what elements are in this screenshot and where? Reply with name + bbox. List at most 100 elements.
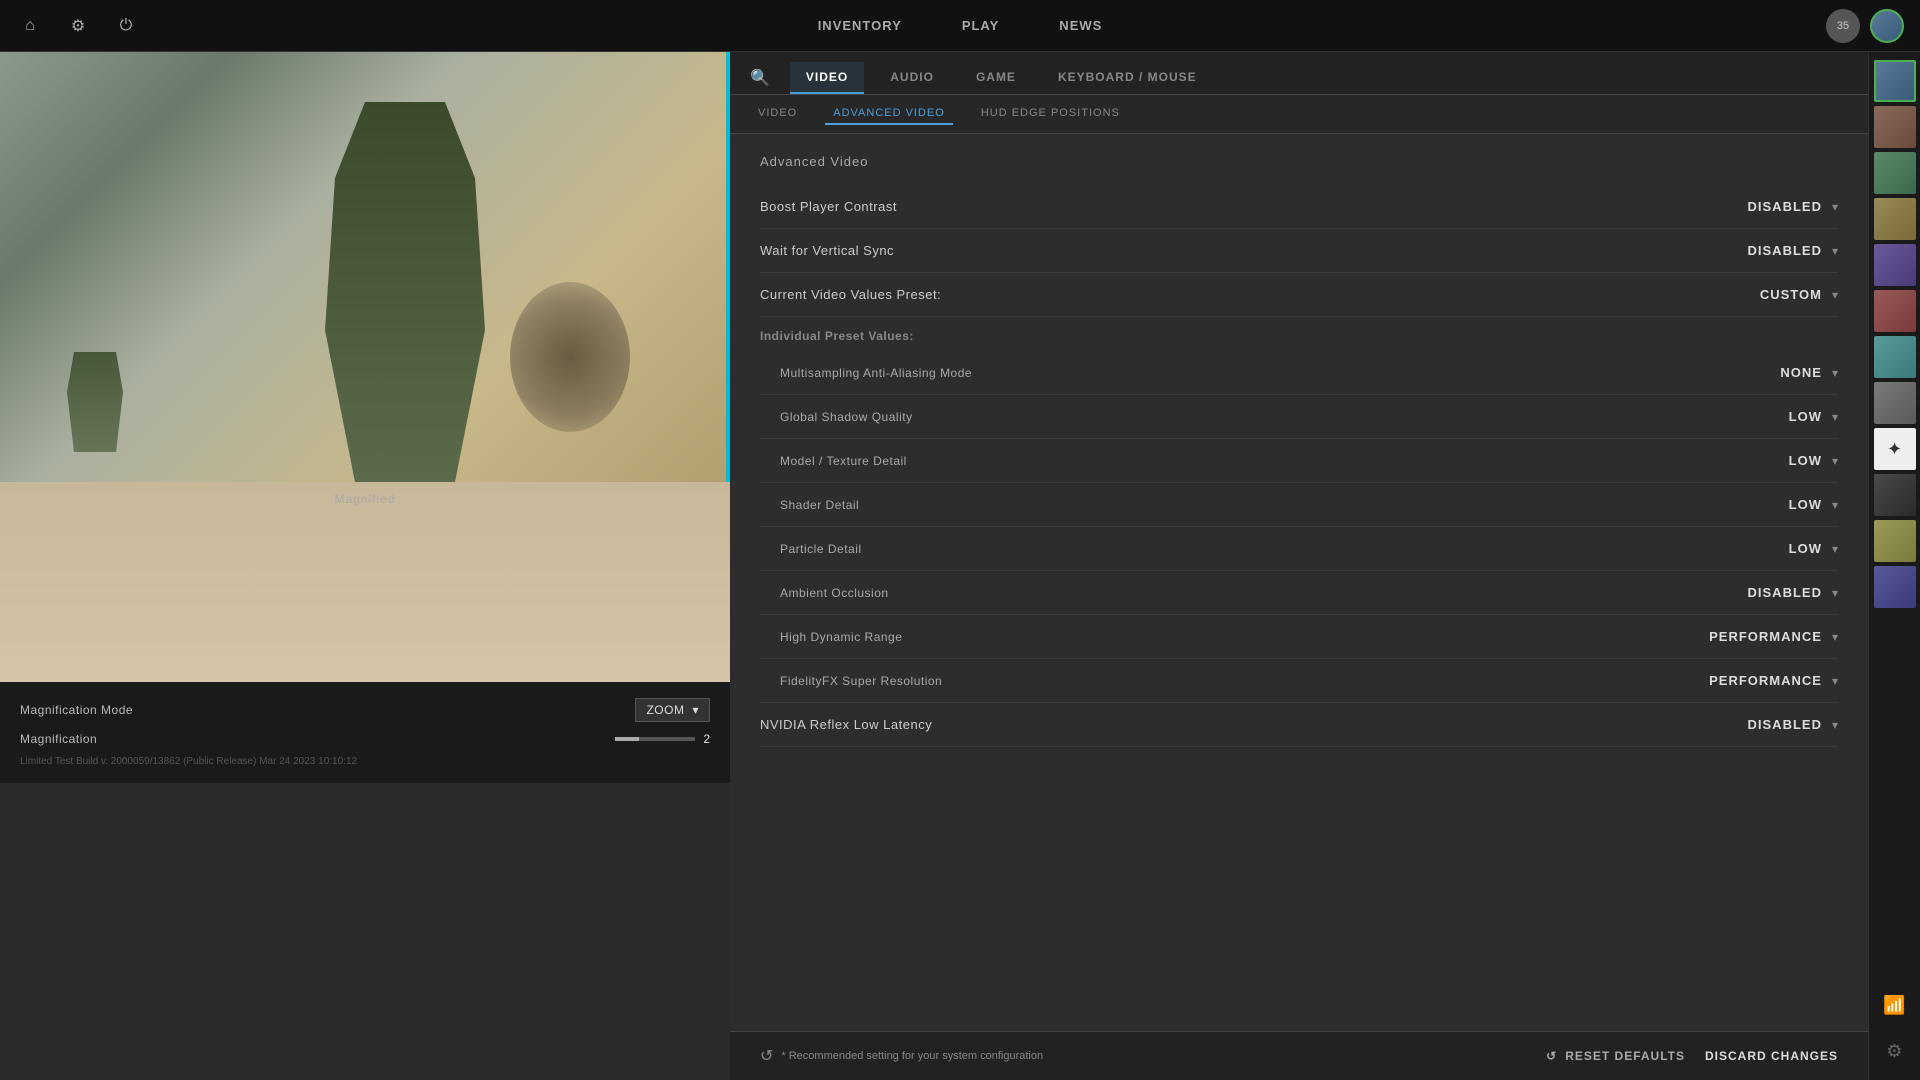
recommend-text-label: * Recommended setting for your system co… bbox=[781, 1050, 1043, 1062]
sub-tab-video[interactable]: VIDEO bbox=[750, 103, 805, 125]
setting-row-shadow: Global Shadow Quality LOW ▾ bbox=[760, 395, 1838, 439]
setting-value-shadow[interactable]: LOW ▾ bbox=[1789, 409, 1838, 424]
magnification-slider[interactable] bbox=[615, 737, 695, 741]
sub-tab-advanced-video[interactable]: ADVANCED VIDEO bbox=[825, 103, 953, 125]
setting-value-boost-contrast[interactable]: DISABLED ▾ bbox=[1748, 199, 1838, 214]
setting-value-text-boost-contrast: DISABLED bbox=[1748, 199, 1822, 214]
magnification-row: Magnification 2 bbox=[20, 732, 710, 746]
power-icon[interactable]: ⏻ bbox=[112, 12, 140, 40]
chevron-preset: ▾ bbox=[1832, 288, 1838, 302]
setting-row-hdr: High Dynamic Range PERFORMANCE ▾ bbox=[760, 615, 1838, 659]
sidebar-settings-icon[interactable]: ⚙ bbox=[1874, 1030, 1916, 1072]
setting-name-texture: Model / Texture Detail bbox=[780, 454, 907, 468]
smoke-effect bbox=[510, 282, 630, 432]
setting-row-shader: Shader Detail LOW ▾ bbox=[760, 483, 1838, 527]
discard-changes-button[interactable]: DISCARD CHANGES bbox=[1705, 1049, 1838, 1063]
sidebar-avatar-7[interactable] bbox=[1874, 336, 1916, 378]
nav-inventory[interactable]: INVENTORY bbox=[818, 18, 902, 33]
settings-icon[interactable]: ⚙ bbox=[64, 12, 92, 40]
main-tab-bar: 🔍 VIDEO AUDIO GAME KEYBOARD / MOUSE bbox=[730, 52, 1868, 95]
setting-row-msaa: Multisampling Anti-Aliasing Mode NONE ▾ bbox=[760, 351, 1838, 395]
nav-news[interactable]: NEWS bbox=[1059, 18, 1102, 33]
settings-content: Advanced Video Boost Player Contrast DIS… bbox=[730, 134, 1868, 1031]
setting-value-shader[interactable]: LOW ▾ bbox=[1789, 497, 1838, 512]
tab-keyboard-mouse[interactable]: KEYBOARD / MOUSE bbox=[1042, 62, 1213, 94]
individual-preset-label: Individual Preset Values: bbox=[760, 329, 914, 343]
user-level: 35 bbox=[1826, 9, 1860, 43]
setting-name-shader: Shader Detail bbox=[780, 498, 859, 512]
sidebar-avatar-12[interactable] bbox=[1874, 566, 1916, 608]
magnification-label: Magnification bbox=[20, 732, 97, 746]
user-avatar[interactable] bbox=[1870, 9, 1904, 43]
magnified-label: Magnified bbox=[334, 492, 395, 506]
top-bar-nav: INVENTORY PLAY NEWS bbox=[818, 18, 1103, 33]
bottom-controls: Magnification Mode ZOOM ▾ Magnification … bbox=[0, 682, 730, 783]
bottom-bar: ↺ * Recommended setting for your system … bbox=[730, 1031, 1868, 1080]
setting-value-preset[interactable]: CUSTOM ▾ bbox=[1760, 287, 1838, 302]
setting-value-ao[interactable]: DISABLED ▾ bbox=[1748, 585, 1838, 600]
setting-name-shadow: Global Shadow Quality bbox=[780, 410, 913, 424]
chevron-particle: ▾ bbox=[1832, 542, 1838, 556]
sidebar-wifi-icon[interactable]: 📶 bbox=[1874, 984, 1916, 1026]
setting-row-texture: Model / Texture Detail LOW ▾ bbox=[760, 439, 1838, 483]
setting-row-vsync: Wait for Vertical Sync DISABLED ▾ bbox=[760, 229, 1838, 273]
sidebar-avatar-10[interactable] bbox=[1874, 474, 1916, 516]
sidebar-avatar-9[interactable]: ✦ bbox=[1874, 428, 1916, 470]
top-bar-left: ⌂ ⚙ ⏻ bbox=[16, 12, 140, 40]
setting-value-texture[interactable]: LOW ▾ bbox=[1789, 453, 1838, 468]
chevron-vsync: ▾ bbox=[1832, 244, 1838, 258]
setting-value-hdr[interactable]: PERFORMANCE ▾ bbox=[1709, 629, 1838, 644]
sub-tab-bar: VIDEO ADVANCED VIDEO HUD EDGE POSITIONS bbox=[730, 95, 1868, 134]
setting-name-vsync: Wait for Vertical Sync bbox=[760, 243, 894, 258]
sidebar-avatar-1[interactable] bbox=[1874, 60, 1916, 102]
setting-value-text-shadow: LOW bbox=[1789, 409, 1822, 424]
setting-name-hdr: High Dynamic Range bbox=[780, 630, 902, 644]
setting-name-nvidia-reflex: NVIDIA Reflex Low Latency bbox=[760, 717, 932, 732]
setting-value-fsr[interactable]: PERFORMANCE ▾ bbox=[1709, 673, 1838, 688]
setting-value-nvidia-reflex[interactable]: DISABLED ▾ bbox=[1748, 717, 1838, 732]
sidebar-avatar-4[interactable] bbox=[1874, 198, 1916, 240]
chevron-shadow: ▾ bbox=[1832, 410, 1838, 424]
chevron-shader: ▾ bbox=[1832, 498, 1838, 512]
reset-defaults-button[interactable]: ↺ RESET DEFAULTS bbox=[1546, 1049, 1685, 1063]
setting-name-fsr: FidelityFX Super Resolution bbox=[780, 674, 942, 688]
magnification-mode-row: Magnification Mode ZOOM ▾ bbox=[20, 698, 710, 722]
setting-value-particle[interactable]: LOW ▾ bbox=[1789, 541, 1838, 556]
top-bar-right: 35 bbox=[1826, 9, 1904, 43]
tab-game[interactable]: GAME bbox=[960, 62, 1032, 94]
chevron-ao: ▾ bbox=[1832, 586, 1838, 600]
setting-value-text-texture: LOW bbox=[1789, 453, 1822, 468]
magnification-slider-fill bbox=[615, 737, 639, 741]
setting-row-preset: Current Video Values Preset: CUSTOM ▾ bbox=[760, 273, 1838, 317]
left-panel: Magnified Magnification Mode ZOOM ▾ Magn… bbox=[0, 52, 730, 1080]
sidebar-avatar-2[interactable] bbox=[1874, 106, 1916, 148]
search-icon[interactable]: 🔍 bbox=[750, 68, 770, 88]
setting-row-particle: Particle Detail LOW ▾ bbox=[760, 527, 1838, 571]
setting-value-vsync[interactable]: DISABLED ▾ bbox=[1748, 243, 1838, 258]
section-title: Advanced Video bbox=[760, 154, 1838, 169]
setting-row-ao: Ambient Occlusion DISABLED ▾ bbox=[760, 571, 1838, 615]
tab-audio[interactable]: AUDIO bbox=[874, 62, 950, 94]
magnification-slider-container: 2 bbox=[615, 732, 710, 746]
chevron-msaa: ▾ bbox=[1832, 366, 1838, 380]
setting-row-fsr: FidelityFX Super Resolution PERFORMANCE … bbox=[760, 659, 1838, 703]
sidebar-avatar-3[interactable] bbox=[1874, 152, 1916, 194]
setting-value-msaa[interactable]: NONE ▾ bbox=[1780, 365, 1838, 380]
home-icon[interactable]: ⌂ bbox=[16, 12, 44, 40]
magnification-mode-dropdown[interactable]: ZOOM ▾ bbox=[635, 698, 710, 722]
chevron-hdr: ▾ bbox=[1832, 630, 1838, 644]
sidebar-avatar-5[interactable] bbox=[1874, 244, 1916, 286]
sidebar-avatar-11[interactable] bbox=[1874, 520, 1916, 562]
cyan-indicator bbox=[726, 52, 730, 482]
tab-video[interactable]: VIDEO bbox=[790, 62, 864, 94]
setting-row-boost-contrast: Boost Player Contrast DISABLED ▾ bbox=[760, 185, 1838, 229]
setting-name-msaa: Multisampling Anti-Aliasing Mode bbox=[780, 366, 972, 380]
individual-preset-label-row: Individual Preset Values: bbox=[760, 317, 1838, 351]
setting-value-text-vsync: DISABLED bbox=[1748, 243, 1822, 258]
sidebar-avatar-6[interactable] bbox=[1874, 290, 1916, 332]
sub-tab-hud-edge[interactable]: HUD EDGE POSITIONS bbox=[973, 103, 1128, 125]
sidebar-avatar-8[interactable] bbox=[1874, 382, 1916, 424]
nav-play[interactable]: PLAY bbox=[962, 18, 999, 33]
top-bar: ⌂ ⚙ ⏻ INVENTORY PLAY NEWS 35 bbox=[0, 0, 1920, 52]
setting-row-nvidia-reflex: NVIDIA Reflex Low Latency DISABLED ▾ bbox=[760, 703, 1838, 747]
